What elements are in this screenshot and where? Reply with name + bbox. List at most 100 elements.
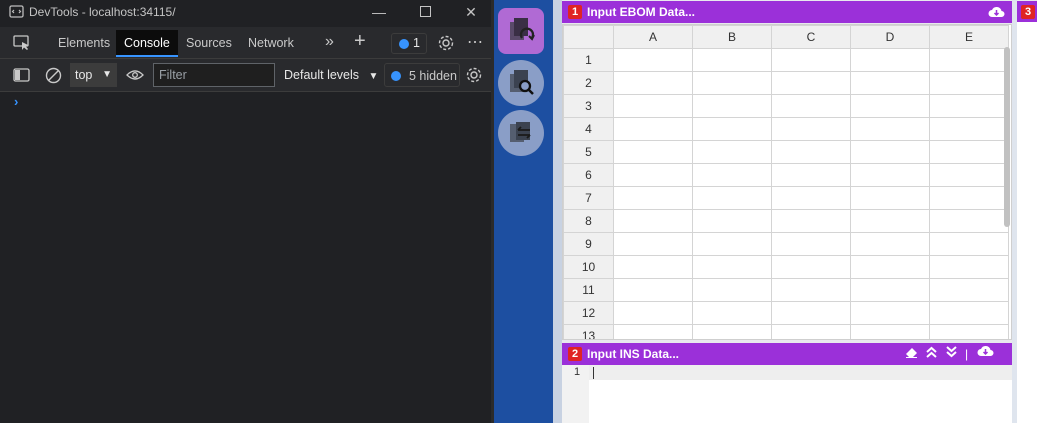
grid-cell[interactable] [929, 140, 1009, 164]
grid-corner-cell[interactable] [563, 25, 614, 49]
grid-cell[interactable] [929, 186, 1009, 210]
grid-cell[interactable] [692, 232, 772, 256]
tab-console[interactable]: Console [116, 30, 178, 57]
grid-cell[interactable] [771, 48, 851, 72]
column-header[interactable]: C [771, 25, 851, 49]
column-header[interactable]: A [613, 25, 693, 49]
close-icon[interactable]: ✕ [461, 3, 481, 21]
more-options-icon[interactable]: ⋯ [467, 32, 484, 52]
grid-cell[interactable] [771, 71, 851, 95]
grid-cell[interactable] [850, 117, 930, 141]
grid-cell[interactable] [850, 232, 930, 256]
grid-cell[interactable] [929, 324, 1009, 339]
grid-cell[interactable] [613, 278, 693, 302]
tab-network[interactable]: Network [240, 30, 302, 57]
expand-down-icon[interactable] [946, 343, 957, 365]
grid-cell[interactable] [929, 232, 1009, 256]
grid-cell[interactable] [613, 255, 693, 279]
grid-cell[interactable] [613, 163, 693, 187]
grid-cell[interactable] [850, 209, 930, 233]
grid-cell[interactable] [850, 186, 930, 210]
grid-cell[interactable] [929, 301, 1009, 325]
tab-elements[interactable]: Elements [50, 30, 118, 57]
grid-cell[interactable] [692, 301, 772, 325]
row-header[interactable]: 7 [563, 186, 614, 210]
grid-cell[interactable] [850, 301, 930, 325]
row-header[interactable]: 1 [563, 48, 614, 72]
grid-cell[interactable] [613, 117, 693, 141]
cloud-download-icon[interactable] [988, 5, 1005, 19]
grid-cell[interactable] [613, 186, 693, 210]
grid-cell[interactable] [929, 163, 1009, 187]
grid-cell[interactable] [771, 301, 851, 325]
hidden-messages-button[interactable]: 5 hidden [384, 63, 460, 87]
grid-cell[interactable] [692, 94, 772, 118]
grid-cell[interactable] [850, 324, 930, 339]
grid-cell[interactable] [771, 278, 851, 302]
context-selector[interactable]: top ▼ [70, 63, 117, 87]
grid-cell[interactable] [613, 324, 693, 339]
add-tab-icon[interactable]: + [354, 30, 366, 53]
grid-cell[interactable] [850, 48, 930, 72]
grid-cell[interactable] [692, 186, 772, 210]
grid-cell[interactable] [771, 232, 851, 256]
grid-cell[interactable] [692, 255, 772, 279]
grid-cell[interactable] [613, 232, 693, 256]
tab-sources[interactable]: Sources [178, 30, 240, 57]
grid-cell[interactable] [613, 71, 693, 95]
ins-data-editor[interactable]: 1 [562, 365, 1012, 423]
minimize-icon[interactable]: — [369, 3, 389, 21]
column-header[interactable]: E [929, 25, 1009, 49]
grid-cell[interactable] [692, 117, 772, 141]
settings-gear-icon[interactable] [437, 34, 455, 52]
grid-cell[interactable] [771, 94, 851, 118]
grid-cell[interactable] [929, 278, 1009, 302]
row-header[interactable]: 13 [563, 324, 614, 339]
row-header[interactable]: 10 [563, 255, 614, 279]
grid-cell[interactable] [929, 209, 1009, 233]
grid-cell[interactable] [613, 301, 693, 325]
console-output[interactable]: › [0, 93, 491, 423]
grid-cell[interactable] [692, 163, 772, 187]
maximize-icon[interactable] [415, 3, 435, 21]
sidebar-compare-button[interactable] [498, 110, 544, 156]
sidebar-toggle-icon[interactable] [13, 68, 30, 82]
row-header[interactable]: 9 [563, 232, 614, 256]
live-expression-eye-icon[interactable] [126, 69, 144, 81]
column-header[interactable]: D [850, 25, 930, 49]
cloud-download-icon[interactable] [977, 343, 994, 365]
grid-cell[interactable] [692, 278, 772, 302]
row-header[interactable]: 5 [563, 140, 614, 164]
grid-cell[interactable] [613, 209, 693, 233]
row-header[interactable]: 2 [563, 71, 614, 95]
sidebar-search-button[interactable] [498, 60, 544, 106]
collapse-up-icon[interactable] [926, 343, 938, 365]
grid-cell[interactable] [613, 94, 693, 118]
grid-cell[interactable] [929, 117, 1009, 141]
panel3-body[interactable] [1017, 22, 1037, 423]
grid-cell[interactable] [850, 278, 930, 302]
row-header[interactable]: 3 [563, 94, 614, 118]
log-levels-dropdown[interactable]: Default levels ▼ [284, 63, 378, 87]
grid-cell[interactable] [771, 140, 851, 164]
grid-cell[interactable] [692, 48, 772, 72]
sidebar-import-button[interactable] [498, 8, 544, 54]
console-settings-gear-icon[interactable] [465, 66, 483, 84]
grid-cell[interactable] [771, 117, 851, 141]
grid-cell[interactable] [613, 140, 693, 164]
issues-button[interactable]: 1 [391, 33, 427, 54]
grid-cell[interactable] [850, 140, 930, 164]
grid-cell[interactable] [692, 140, 772, 164]
grid-cell[interactable] [613, 48, 693, 72]
grid-cell[interactable] [850, 255, 930, 279]
row-header[interactable]: 11 [563, 278, 614, 302]
grid-cell[interactable] [929, 255, 1009, 279]
grid-cell[interactable] [850, 163, 930, 187]
grid-cell[interactable] [771, 255, 851, 279]
grid-cell[interactable] [692, 209, 772, 233]
grid-cell[interactable] [771, 324, 851, 339]
grid-cell[interactable] [850, 71, 930, 95]
grid-cell[interactable] [692, 71, 772, 95]
grid-cell[interactable] [771, 209, 851, 233]
grid-cell[interactable] [692, 324, 772, 339]
